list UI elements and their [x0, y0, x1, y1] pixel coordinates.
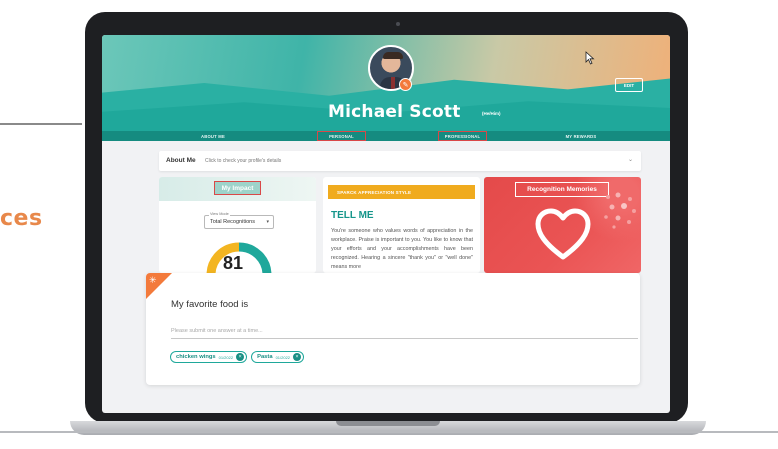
chevron-down-icon[interactable]: ⌄	[628, 156, 633, 163]
impact-value: 81	[223, 253, 244, 273]
laptop-screen: EDIT ✎ Michael Scott (He/Him) ABOUT ME P…	[102, 35, 670, 413]
profile-name: Michael Scott	[328, 102, 461, 122]
appreciation-style-title: TELL ME	[331, 210, 374, 221]
favorite-food-input[interactable]	[171, 323, 638, 339]
edit-profile-button[interactable]: EDIT	[615, 78, 643, 92]
appreciation-style-card: SPARCK APPRECIATION STYLE TELL ME You're…	[323, 177, 480, 273]
sparkle-icon: ✳	[149, 275, 157, 285]
laptop-camera	[396, 22, 400, 26]
slide-divider	[0, 123, 82, 125]
favorite-food-panel: ✳ My favorite food is chicken wings 01/2…	[146, 273, 640, 385]
dot-pattern-icon	[604, 192, 636, 229]
caret-down-icon: ▾	[266, 219, 269, 225]
my-impact-title: My Impact	[214, 181, 261, 195]
answer-chip[interactable]: Pasta 01/2022 ×	[251, 351, 305, 363]
floor-line	[0, 431, 778, 433]
about-me-subtitle: Click to check your profile's details	[205, 158, 282, 164]
heart-icon	[535, 208, 591, 260]
tab-about-me[interactable]: ABOUT ME	[188, 131, 238, 141]
pencil-icon[interactable]: ✎	[399, 78, 412, 91]
answer-chip-date: 01/2022	[275, 354, 291, 360]
profile-header: EDIT ✎ Michael Scott (He/Him)	[102, 35, 670, 131]
recognition-memories-title: Recognition Memories	[515, 182, 609, 197]
view-mode-select[interactable]: View Mode Total Recognitions ▾	[204, 212, 274, 229]
about-me-bar[interactable]: About Me Click to check your profile's d…	[159, 151, 641, 171]
appreciation-style-header: SPARCK APPRECIATION STYLE	[328, 185, 475, 199]
appreciation-style-description: You're someone who values words of appre…	[331, 228, 473, 270]
tab-personal[interactable]: PERSONAL	[317, 131, 366, 141]
close-icon[interactable]: ×	[293, 353, 302, 361]
laptop-notch	[336, 421, 440, 426]
tab-professional[interactable]: PROFESSIONAL	[438, 131, 487, 141]
tab-my-rewards[interactable]: MY REWARDS	[556, 131, 606, 141]
answer-chip-label: chicken wings	[176, 354, 216, 360]
answer-chip[interactable]: chicken wings 01/2022 ×	[170, 351, 248, 363]
view-mode-value: Total Recognitions	[210, 219, 255, 225]
slide-stage: ces EDIT ✎ Michael Scott (He/Him) ABOUT …	[0, 0, 778, 449]
mouse-cursor-icon	[585, 51, 595, 65]
favorite-food-question: My favorite food is	[171, 299, 249, 310]
answer-chip-date: 01/2022	[218, 354, 234, 360]
my-impact-card: My Impact View Mode Total Recognitions ▾…	[159, 177, 316, 273]
close-icon[interactable]: ×	[236, 353, 245, 361]
view-mode-label: View Mode	[209, 212, 230, 216]
recognition-memories-card[interactable]: Recognition Memories	[484, 177, 641, 273]
profile-pronouns: (He/Him)	[482, 111, 501, 116]
answer-chips: chicken wings 01/2022 × Pasta 01/2022 ×	[170, 351, 305, 363]
about-me-title: About Me	[166, 157, 196, 164]
profile-tabs: ABOUT ME PERSONAL PROFESSIONAL MY REWARD…	[102, 131, 670, 141]
answer-chip-label: Pasta	[257, 354, 273, 360]
slide-heading-fragment: ces	[0, 206, 43, 231]
